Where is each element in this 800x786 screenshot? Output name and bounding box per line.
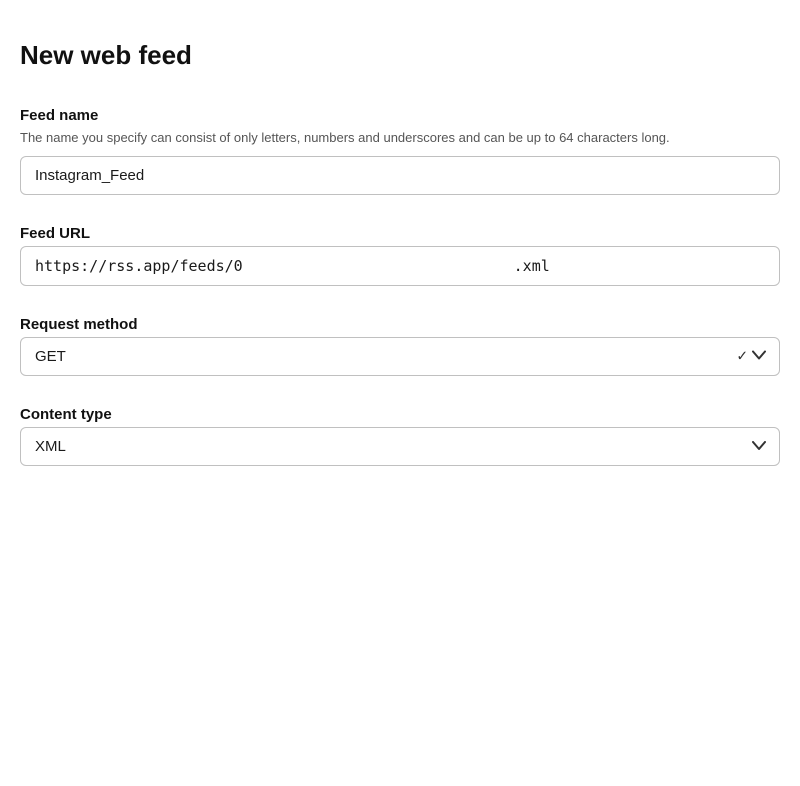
request-method-wrapper: GET POST PUT DELETE ✓ (20, 337, 780, 376)
content-type-section: Content type XML JSON HTML TEXT (20, 406, 780, 466)
feed-name-input[interactable] (20, 156, 780, 195)
page-title: New web feed (20, 40, 780, 71)
content-type-wrapper: XML JSON HTML TEXT (20, 427, 780, 466)
feed-url-section: Feed URL (20, 225, 780, 286)
feed-name-description: The name you specify can consist of only… (20, 128, 780, 148)
content-type-label: Content type (20, 406, 780, 423)
feed-name-section: Feed name The name you specify can consi… (20, 107, 780, 195)
feed-url-label: Feed URL (20, 225, 780, 242)
feed-url-input[interactable] (20, 246, 780, 286)
content-type-select[interactable]: XML JSON HTML TEXT (20, 427, 780, 466)
feed-name-label: Feed name (20, 107, 780, 124)
request-method-select[interactable]: GET POST PUT DELETE (20, 337, 780, 376)
request-method-label: Request method (20, 316, 780, 333)
feed-url-wrapper (20, 246, 780, 286)
request-method-section: Request method GET POST PUT DELETE ✓ (20, 316, 780, 376)
